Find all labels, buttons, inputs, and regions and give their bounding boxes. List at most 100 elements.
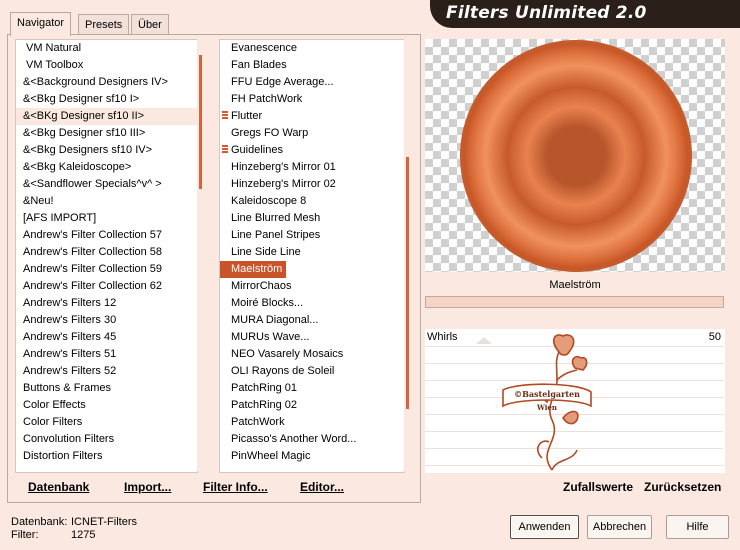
category-item[interactable]: &Neu! (16, 193, 197, 210)
param-whirls-label: Whirls (427, 331, 458, 343)
category-item[interactable]: Andrew's Filter Collection 58 (16, 244, 197, 261)
apply-button[interactable]: Anwenden (510, 515, 579, 539)
category-item[interactable]: &<Bkg Designers sf10 IV> (16, 142, 197, 159)
filter-item[interactable]: Line Side Line (220, 244, 404, 261)
param-whirls-value[interactable]: 50 (709, 331, 721, 343)
category-item[interactable]: VM Toolbox (16, 57, 197, 74)
import-link[interactable]: Import... (124, 480, 171, 494)
filter-item[interactable]: MURA Diagonal... (220, 312, 404, 329)
help-button[interactable]: Hilfe (666, 515, 729, 539)
category-item[interactable]: Andrew's Filters 12 (16, 295, 197, 312)
app-title: Filters Unlimited 2.0 (446, 3, 647, 23)
filter-scroll-thumb[interactable] (406, 157, 409, 409)
category-item[interactable]: Andrew's Filters 51 (16, 346, 197, 363)
filter-item[interactable]: Line Panel Stripes (220, 227, 404, 244)
filter-item[interactable]: PatchWork (220, 414, 404, 431)
filter-item-label: Line Blurred Mesh (231, 212, 321, 224)
status-filter-count: 1275 (71, 529, 96, 541)
watermark-line1: ©Bastelgarten (514, 389, 580, 399)
import-link-label: Import... (124, 480, 172, 494)
tab-uber[interactable]: Über (131, 14, 169, 35)
filter-item-label: PatchRing 02 (231, 399, 298, 411)
filter-item[interactable]: Flutter (220, 108, 404, 125)
zufallswerte-link[interactable]: Zufallswerte (563, 480, 633, 494)
category-item[interactable]: &<Background Designers IV> (16, 74, 197, 91)
category-item[interactable]: &<Bkg Designer sf10 I> (16, 91, 197, 108)
filter-marker-icon (222, 111, 228, 120)
preview-area (425, 39, 725, 272)
filter-item-label: Guidelines (231, 144, 283, 156)
filter-item[interactable]: Hinzeberg's Mirror 02 (220, 176, 404, 193)
filter-item[interactable]: PinWheel Magic (220, 448, 404, 465)
tab-navigator[interactable]: Navigator (10, 12, 72, 36)
filter-scrollbar[interactable] (404, 39, 416, 471)
datenbank-link[interactable]: Datenbank (28, 480, 89, 494)
zuruecksetzen-link[interactable]: Zurücksetzen (644, 480, 721, 494)
category-item[interactable]: Andrew's Filters 45 (16, 329, 197, 346)
filter-item[interactable]: Guidelines (220, 142, 404, 159)
filter-item[interactable]: OLI Rayons de Soleil (220, 363, 404, 380)
editor-link[interactable]: Editor... (300, 480, 344, 494)
filter-item-label: Kaleidoscope 8 (231, 195, 307, 207)
category-item[interactable]: Color Effects (16, 397, 197, 414)
filter-item[interactable]: Maelström (220, 261, 287, 278)
filter-item-label: Hinzeberg's Mirror 01 (231, 161, 336, 173)
category-item[interactable]: Andrew's Filter Collection 59 (16, 261, 197, 278)
category-item[interactable]: &<Bkg Kaleidoscope> (16, 159, 197, 176)
filter-item-label: NEO Vasarely Mosaics (231, 348, 344, 360)
filter-item[interactable]: NEO Vasarely Mosaics (220, 346, 404, 363)
filter-item-label: Line Panel Stripes (231, 229, 321, 241)
filter-item-label: MURUs Wave... (231, 331, 310, 343)
filter-item[interactable]: Kaleidoscope 8 (220, 193, 404, 210)
category-item[interactable]: Andrew's Filters 30 (16, 312, 197, 329)
filter-item[interactable]: MURUs Wave... (220, 329, 404, 346)
filter-item[interactable]: Picasso's Another Word... (220, 431, 404, 448)
filter-item[interactable]: PatchRing 01 (220, 380, 404, 397)
param-slider-thumb[interactable] (476, 337, 492, 344)
category-item[interactable]: Convolution Filters (16, 431, 197, 448)
filter-item[interactable]: Gregs FO Warp (220, 125, 404, 142)
filter-item-label: Evanescence (231, 42, 298, 54)
filter-list[interactable]: Evanescence Fan Blades FFU Edge Average...… (219, 39, 405, 473)
tab-presets[interactable]: Presets (78, 14, 130, 35)
filter-item[interactable]: Moiré Blocks... (220, 295, 404, 312)
filter-item[interactable]: PatchRing 02 (220, 397, 404, 414)
filter-item-label: Flutter (231, 110, 263, 122)
category-item[interactable]: [AFS IMPORT] (16, 210, 197, 227)
filter-item-label: Fan Blades (231, 59, 287, 71)
filter-item-label: FH PatchWork (231, 93, 303, 105)
filter-item[interactable]: FFU Edge Average... (220, 74, 404, 91)
filter-item-label: Moiré Blocks... (231, 297, 304, 309)
selected-filter-name: Maelström (549, 279, 601, 291)
filter-item[interactable]: MirrorChaos (220, 278, 404, 295)
filter-item-label: Line Side Line (231, 246, 301, 258)
cancel-button[interactable]: Abbrechen (587, 515, 652, 539)
filter-item[interactable]: Line Blurred Mesh (220, 210, 404, 227)
category-item[interactable]: &<Sandflower Specials^v^ > (16, 176, 197, 193)
category-item[interactable]: &<Bkg Designer sf10 III> (16, 125, 197, 142)
filter-item[interactable]: Hinzeberg's Mirror 01 (220, 159, 404, 176)
filter-item-label: Maelström (231, 263, 283, 275)
category-scroll-thumb[interactable] (199, 55, 202, 189)
filter-item-label: FFU Edge Average... (231, 76, 334, 88)
category-item[interactable]: Distortion Filters (16, 448, 197, 465)
filter-item[interactable]: FH PatchWork (220, 91, 404, 108)
filter-info-link-label: Filter Info... (203, 480, 268, 494)
category-item[interactable]: VM Natural (16, 40, 197, 57)
category-item[interactable]: Color Filters (16, 414, 197, 431)
filter-item-label: MirrorChaos (231, 280, 292, 292)
filter-item-label: Gregs FO Warp (231, 127, 309, 139)
category-item[interactable]: &<BKg Designer sf10 II> (16, 108, 197, 125)
watermark-line2: Wien (536, 403, 557, 412)
category-item[interactable]: Andrew's Filters 52 (16, 363, 197, 380)
category-item[interactable]: Buttons & Frames (16, 380, 197, 397)
category-item[interactable]: Andrew's Filter Collection 57 (16, 227, 197, 244)
category-list[interactable]: VM Natural VM Toolbox &<Background Designe… (15, 39, 198, 473)
status-db-value: ICNET-Filters (71, 516, 137, 528)
filter-item[interactable]: Fan Blades (220, 57, 404, 74)
category-item[interactable]: Andrew's Filter Collection 62 (16, 278, 197, 295)
category-scrollbar[interactable] (197, 39, 209, 471)
filter-item-label: OLI Rayons de Soleil (231, 365, 335, 377)
filter-info-link[interactable]: Filter Info... (203, 480, 268, 494)
filter-item[interactable]: Evanescence (220, 40, 404, 57)
